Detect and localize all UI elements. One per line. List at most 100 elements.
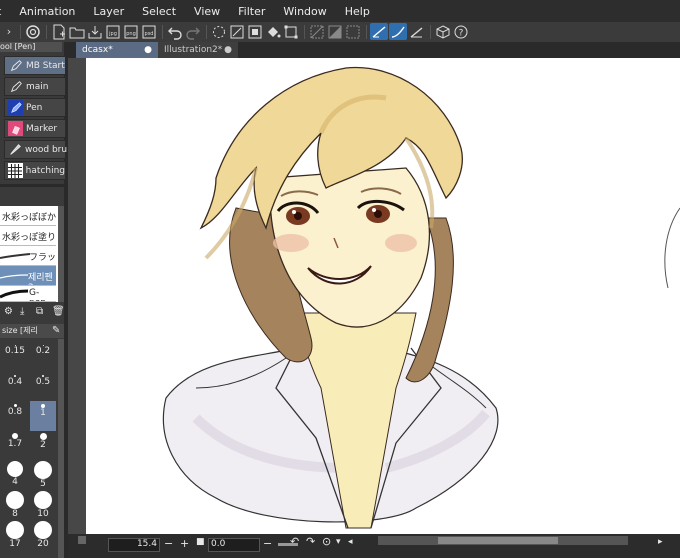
subtool-main[interactable]: main [4, 77, 66, 96]
zoom-out-icon[interactable]: − [164, 537, 173, 550]
save-icon[interactable] [86, 23, 104, 40]
brush-size-option[interactable]: 17 [2, 521, 28, 551]
rotate-left-icon[interactable]: ↶ [290, 535, 299, 548]
snap-ruler-icon[interactable] [370, 23, 388, 40]
brush-size-option[interactable]: 0.5 [30, 371, 56, 401]
scrollbar-thumb[interactable] [438, 537, 558, 544]
download-icon[interactable]: ⤓ [20, 306, 24, 317]
brush-preset-g-pen[interactable]: G-pen [0, 286, 56, 302]
brush-size-option[interactable]: 10 [30, 491, 56, 521]
snap-special-ruler-icon[interactable] [389, 23, 407, 40]
clear-outside-icon[interactable] [246, 23, 264, 40]
chevron-right-icon[interactable]: › [0, 23, 18, 40]
menu-item-help[interactable]: Help [336, 5, 379, 18]
zoom-in-icon[interactable]: + [180, 537, 189, 550]
brush-size-option[interactable]: 1.7 [2, 431, 28, 461]
fill-bucket-icon[interactable] [264, 23, 282, 40]
open-folder-icon[interactable] [68, 23, 86, 40]
subtool-marker[interactable]: Marker [4, 119, 66, 138]
fit-view-icon[interactable]: ■ [196, 537, 205, 547]
new-file-icon[interactable] [50, 23, 68, 40]
rotation-field[interactable]: 0.0 [208, 538, 260, 552]
subtool-label: main [26, 81, 49, 92]
menu-item-filter[interactable]: Filter [229, 5, 274, 18]
export-psd-icon[interactable]: psd [140, 23, 158, 40]
help-circle-icon[interactable]: ? [452, 23, 470, 40]
export-png-icon[interactable]: png [122, 23, 140, 40]
brush-size-option[interactable]: 5 [30, 461, 56, 491]
menu-item-layer[interactable]: Layer [84, 5, 133, 18]
reset-rotation-icon[interactable]: ⊙ [322, 535, 331, 548]
menu-item-select[interactable]: Select [133, 5, 185, 18]
brush-size-option[interactable]: 20 [30, 521, 56, 551]
undo-icon[interactable] [166, 23, 184, 40]
selection-off-icon[interactable] [308, 23, 326, 40]
menu-item-animation[interactable]: Animation [10, 5, 84, 18]
zoom-field[interactable]: 15.4 [108, 538, 160, 552]
brush-actions-row: ⚙ ⤓ ⧉ 🗑 [0, 304, 65, 320]
brush-size-option-selected[interactable]: 1 [30, 401, 56, 431]
size-list-scrollbar[interactable] [58, 339, 64, 558]
wood-brush-icon [8, 142, 22, 157]
artwork-illustration [162, 66, 680, 529]
drawing-canvas[interactable] [86, 58, 680, 534]
show-selection-icon[interactable] [344, 23, 362, 40]
unsaved-dot-icon[interactable]: ● [144, 42, 152, 58]
wrench-icon[interactable]: ⚙ [4, 306, 13, 317]
subtool-hatching[interactable]: hatching [4, 161, 66, 180]
brush-preset-list: 水彩っぽぼかし 水彩っぽ塗り フラット 제리펜2 G-pen [0, 206, 58, 302]
brush-list-scrollbar[interactable] [58, 206, 64, 302]
3d-box-icon[interactable] [434, 23, 452, 40]
tab-illustration2[interactable]: Illustration2* ● [158, 42, 238, 58]
subtool-wood-brush[interactable]: wood bru [4, 140, 67, 159]
subtool-pen[interactable]: Pen [4, 98, 66, 117]
brush-size-option[interactable]: 0.8 [2, 401, 28, 431]
pencil-icon: ✎ [52, 325, 61, 336]
sub-tool-panel: ool [Pen] MB Start main Pen Marker wood … [0, 42, 68, 558]
svg-text:png: png [126, 31, 136, 37]
chevron-left-icon[interactable]: ◂ [348, 537, 353, 547]
brush-preset-jelly-pen-2[interactable]: 제리펜2 [0, 266, 56, 286]
pen-nib-icon [8, 79, 23, 94]
clear-layer-icon[interactable] [228, 23, 246, 40]
document-tab-bar: dcasx* ● Illustration2* ● [68, 42, 680, 58]
unsaved-dot-icon[interactable]: ● [224, 42, 232, 58]
subtool-mb-start[interactable]: MB Start [4, 56, 66, 75]
pink-marker-icon [8, 121, 23, 136]
invert-selection-icon[interactable] [326, 23, 344, 40]
toolbar-separator [46, 25, 47, 39]
brush-size-option[interactable]: 2 [30, 431, 56, 461]
swirl-logo-icon[interactable] [24, 23, 42, 40]
panel-divider [0, 184, 68, 187]
brush-size-option[interactable]: 0.4 [2, 371, 28, 401]
transform-icon[interactable] [282, 23, 300, 40]
rotate-minus-icon[interactable]: − [263, 537, 272, 550]
brush-preset-watercolor-blur[interactable]: 水彩っぽぼかし [0, 206, 56, 226]
brush-size-option[interactable]: 8 [2, 491, 28, 521]
horizontal-scrollbar[interactable] [378, 536, 628, 545]
loading-spinner-icon[interactable] [210, 23, 228, 40]
svg-text:?: ? [459, 28, 464, 38]
duplicate-icon[interactable]: ⧉ [36, 306, 43, 317]
brush-preset-flat[interactable]: フラット [0, 246, 56, 266]
brush-size-option[interactable]: 0.2 [30, 341, 56, 371]
navigator-mini-icon[interactable] [78, 536, 86, 544]
export-jpg-icon[interactable]: jpg [104, 23, 122, 40]
tab-dcasx[interactable]: dcasx* ● [76, 42, 158, 58]
menu-bar: t Animation Layer Select View Filter Win… [0, 0, 680, 22]
menu-item-tool[interactable]: t [0, 5, 10, 18]
status-bar: 15.4 − + ■ 0.0 − ↶ ↷ ⊙ ▾ ◂ ▸ [68, 534, 680, 558]
snap-grid-icon[interactable] [408, 23, 426, 40]
chevron-down-icon[interactable]: ▾ [336, 537, 341, 547]
brush-preset-watercolor-paint[interactable]: 水彩っぽ塗り [0, 226, 56, 246]
menu-item-window[interactable]: Window [274, 5, 335, 18]
brush-size-option[interactable]: 4 [2, 461, 28, 491]
rotate-right-icon[interactable]: ↷ [306, 535, 315, 548]
chevron-right-icon[interactable]: ▸ [658, 537, 663, 547]
redo-icon[interactable] [184, 23, 202, 40]
brush-size-grid: 0.15 0.2 0.4 0.5 0.8 1 1.7 2 4 5 8 10 17… [0, 339, 58, 558]
trash-icon[interactable]: 🗑 [52, 306, 65, 317]
menu-item-view[interactable]: View [185, 5, 229, 18]
subtool-label: hatching [25, 165, 65, 176]
brush-size-option[interactable]: 0.15 [2, 341, 28, 371]
